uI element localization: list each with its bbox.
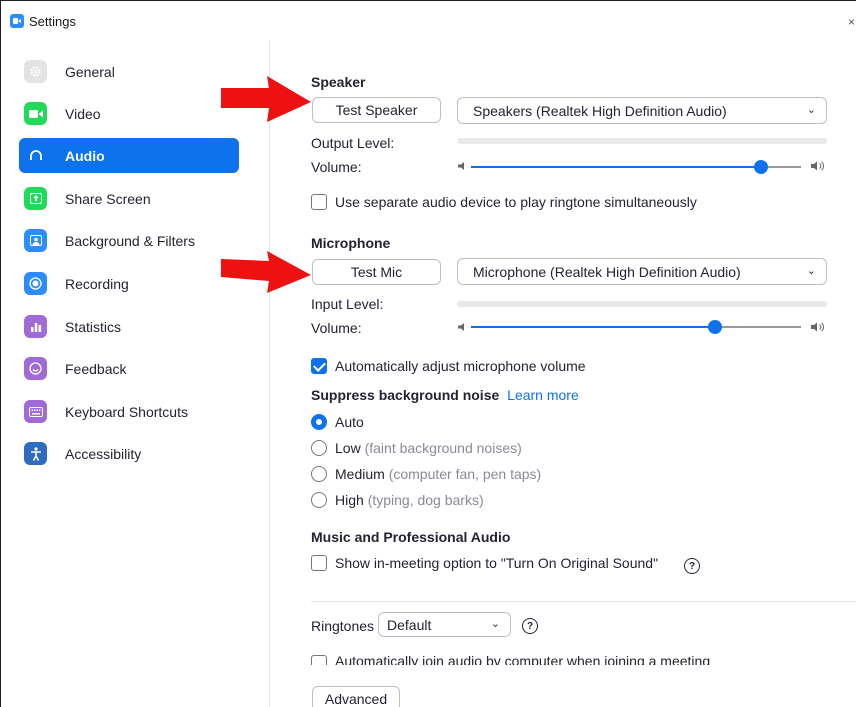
feedback-icon xyxy=(24,357,47,380)
noise-option-label: Low xyxy=(335,440,361,456)
suppress-noise-title: Suppress background noise xyxy=(311,387,500,403)
sidebar-item-label: Feedback xyxy=(65,360,127,377)
sidebar-item-background-filters[interactable]: Background & Filters xyxy=(19,223,239,258)
output-level-meter xyxy=(457,138,827,144)
help-icon[interactable]: ? xyxy=(522,618,538,634)
noise-option-hint: (typing, dog barks) xyxy=(367,492,484,508)
microphone-section-title: Microphone xyxy=(311,235,391,251)
help-icon[interactable]: ? xyxy=(684,558,700,574)
headphones-icon xyxy=(24,144,47,167)
sidebar-item-label: Keyboard Shortcuts xyxy=(65,403,188,420)
sidebar-item-statistics[interactable]: Statistics xyxy=(19,309,239,344)
volume-low-icon xyxy=(458,323,464,331)
advanced-button[interactable]: Advanced xyxy=(312,686,400,707)
auto-adjust-mic-label: Automatically adjust microphone volume xyxy=(335,358,586,374)
ringtones-label: Ringtones xyxy=(311,618,375,634)
window-title: Settings xyxy=(29,13,76,29)
video-icon xyxy=(24,102,47,125)
share-screen-icon xyxy=(24,187,47,210)
noise-option-hint: (computer fan, pen taps) xyxy=(388,466,542,482)
noise-option-label: High xyxy=(335,492,364,508)
sidebar-item-accessibility[interactable]: Accessibility xyxy=(19,436,239,471)
original-sound-checkbox[interactable] xyxy=(311,555,327,571)
sidebar-item-label: Accessibility xyxy=(65,445,142,462)
volume-high-icon xyxy=(811,322,824,332)
input-level-meter xyxy=(457,301,827,307)
sidebar-item-label: General xyxy=(65,63,115,80)
ringtone-device-label: Use separate audio device to play ringto… xyxy=(335,194,697,210)
noise-option-label: Auto xyxy=(335,414,364,430)
background-icon xyxy=(24,229,47,252)
learn-more-link[interactable]: Learn more xyxy=(507,387,579,403)
auto-join-label: Automatically join audio by computer whe… xyxy=(335,655,711,665)
keyboard-icon xyxy=(24,400,47,423)
chevron-down-icon: ⌄ xyxy=(490,618,500,630)
speaker-device-select[interactable]: Speakers (Realtek High Definition Audio)… xyxy=(457,97,827,124)
test-mic-button[interactable]: Test Mic xyxy=(312,259,441,285)
microphone-volume-label: Volume: xyxy=(311,320,362,336)
sidebar-item-feedback[interactable]: Feedback xyxy=(19,351,239,386)
volume-high-icon xyxy=(811,161,824,171)
sidebar-item-label: Background & Filters xyxy=(65,232,195,249)
microphone-device-value: Microphone (Realtek High Definition Audi… xyxy=(473,263,741,280)
accessibility-icon xyxy=(24,442,47,465)
chevron-down-icon: ⌄ xyxy=(806,104,816,116)
noise-option-low: Low (faint background noises) xyxy=(335,440,522,456)
speaker-volume-label: Volume: xyxy=(311,159,362,175)
sidebar-item-label: Share Screen xyxy=(65,190,151,207)
audio-settings-panel: Speaker Test Speaker Speakers (Realtek H… xyxy=(271,41,856,707)
output-level-label: Output Level: xyxy=(311,135,395,151)
sidebar-item-label: Audio xyxy=(65,147,105,164)
close-icon[interactable]: × xyxy=(848,15,855,29)
sidebar-item-label: Recording xyxy=(65,275,129,292)
noise-option-medium: Medium (computer fan, pen taps) xyxy=(335,466,541,482)
speaker-volume-thumb[interactable] xyxy=(754,160,768,174)
noise-radio-high[interactable] xyxy=(311,492,327,508)
music-audio-section-title: Music and Professional Audio xyxy=(311,529,511,545)
settings-window: Settings × General Video Audio Share Scr… xyxy=(0,0,856,707)
sidebar-item-label: Statistics xyxy=(65,318,122,335)
statistics-icon xyxy=(24,315,47,338)
ringtones-select[interactable]: Default ⌄ xyxy=(378,612,511,637)
auto-join-checkbox[interactable] xyxy=(311,655,327,665)
sidebar-item-video[interactable]: Video xyxy=(19,96,239,131)
chevron-down-icon: ⌄ xyxy=(806,265,816,277)
microphone-device-select[interactable]: Microphone (Realtek High Definition Audi… xyxy=(457,258,827,285)
noise-radio-medium[interactable] xyxy=(311,466,327,482)
noise-option-hint: (faint background noises) xyxy=(364,440,522,456)
speaker-device-value: Speakers (Realtek High Definition Audio) xyxy=(473,102,727,119)
settings-sidebar: General Video Audio Share Screen Backgro… xyxy=(1,41,270,707)
suppress-noise-heading: Suppress background noise Learn more xyxy=(311,387,579,403)
test-speaker-button[interactable]: Test Speaker xyxy=(312,97,441,123)
auto-join-row-clipped: Automatically join audio by computer whe… xyxy=(271,655,856,665)
noise-option-high: High (typing, dog barks) xyxy=(335,492,484,508)
sidebar-item-keyboard-shortcuts[interactable]: Keyboard Shortcuts xyxy=(19,394,239,429)
ringtone-device-checkbox[interactable] xyxy=(311,194,327,210)
speaker-volume-fill xyxy=(471,166,761,168)
auto-adjust-mic-checkbox[interactable] xyxy=(311,358,327,374)
zoom-app-icon xyxy=(10,14,24,28)
noise-option-auto: Auto xyxy=(335,414,364,430)
noise-radio-auto[interactable] xyxy=(311,414,327,430)
section-divider xyxy=(311,601,856,602)
annotation-arrow-mic xyxy=(221,251,311,293)
microphone-volume-thumb[interactable] xyxy=(708,320,722,334)
annotation-arrow-speaker xyxy=(221,76,311,122)
sidebar-item-audio[interactable]: Audio xyxy=(19,138,239,173)
sidebar-item-general[interactable]: General xyxy=(19,54,239,89)
recording-icon xyxy=(24,272,47,295)
gear-icon xyxy=(24,60,47,83)
sidebar-item-label: Video xyxy=(65,105,101,122)
volume-low-icon xyxy=(458,162,464,170)
ringtones-value: Default xyxy=(387,616,432,633)
sidebar-item-recording[interactable]: Recording xyxy=(19,266,239,301)
noise-radio-low[interactable] xyxy=(311,440,327,456)
noise-option-label: Medium xyxy=(335,466,385,482)
original-sound-label: Show in-meeting option to "Turn On Origi… xyxy=(335,555,659,571)
microphone-volume-fill xyxy=(471,326,715,328)
title-bar: Settings × xyxy=(1,1,856,41)
input-level-label: Input Level: xyxy=(311,296,384,312)
sidebar-item-share-screen[interactable]: Share Screen xyxy=(19,181,239,216)
speaker-section-title: Speaker xyxy=(311,74,366,90)
